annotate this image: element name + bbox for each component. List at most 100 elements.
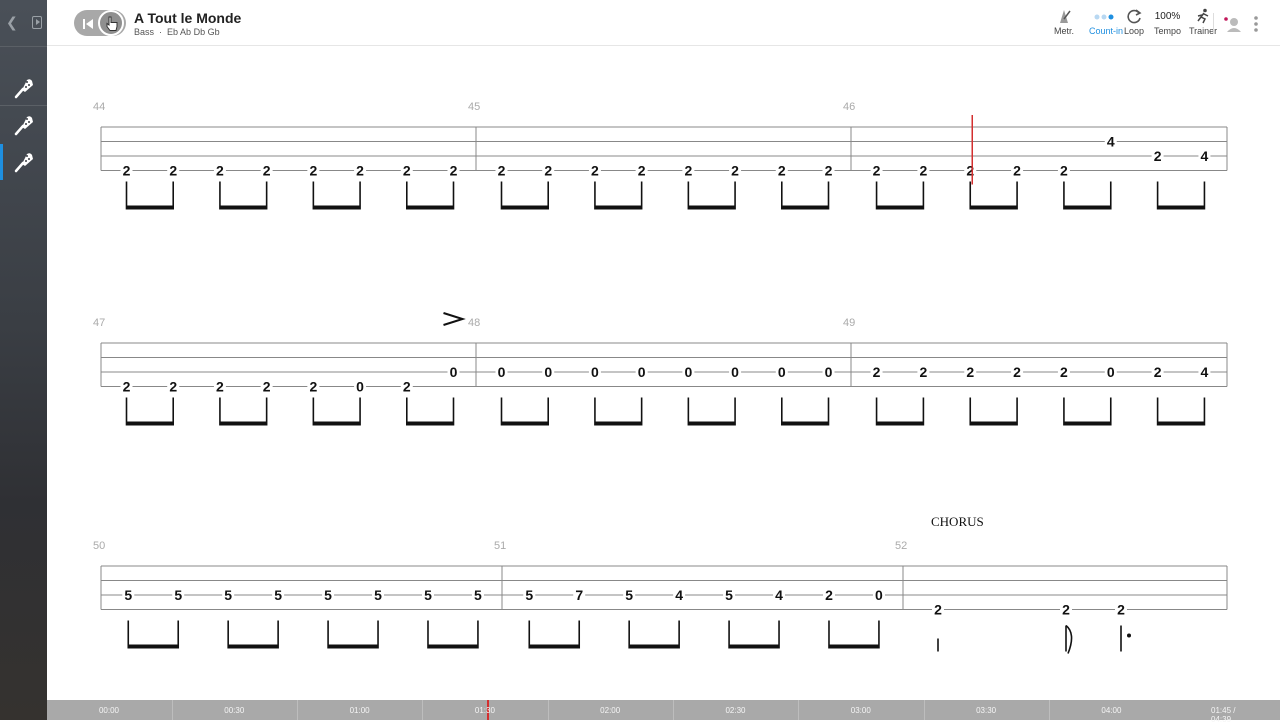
fret-number[interactable]: 2 — [1154, 364, 1162, 380]
fret-number[interactable]: 2 — [169, 379, 177, 395]
fret-number[interactable]: 2 — [1060, 163, 1068, 179]
fret-number[interactable]: 2 — [1062, 602, 1070, 618]
fret-number[interactable]: 2 — [309, 163, 317, 179]
fret-number[interactable]: 5 — [124, 587, 132, 603]
fret-number[interactable]: 0 — [1107, 364, 1115, 380]
fret-number[interactable]: 0 — [825, 364, 833, 380]
sidebar-track-2[interactable] — [0, 107, 47, 143]
next-panel-icon[interactable] — [32, 15, 42, 29]
fret-number[interactable]: 2 — [825, 587, 833, 603]
fret-number[interactable]: 2 — [1117, 602, 1125, 618]
fret-number[interactable]: 2 — [778, 163, 786, 179]
beam — [1157, 421, 1205, 426]
fret-number[interactable]: 2 — [169, 163, 177, 179]
play-button[interactable] — [98, 10, 124, 36]
fret-number[interactable]: 2 — [216, 163, 224, 179]
bass-headstock-icon — [14, 153, 33, 173]
fret-number[interactable]: 2 — [123, 379, 131, 395]
fret-number[interactable]: 4 — [1201, 148, 1209, 164]
fret-number[interactable]: 2 — [1060, 364, 1068, 380]
fret-number[interactable]: 2 — [966, 364, 974, 380]
fret-number[interactable]: 0 — [498, 364, 506, 380]
fret-number[interactable]: 2 — [498, 163, 506, 179]
tablature-score[interactable]: 442 2 2 2 2 2 2 2452 2 2 2 2 2 2 2462 2 2 2 242 4472 2 2 2 2 0 20… — [47, 47, 1280, 700]
count-in-button[interactable]: Count-in — [1089, 8, 1123, 36]
fret-number[interactable]: 2 — [966, 163, 974, 179]
beam — [1063, 421, 1111, 426]
fret-number[interactable]: 4 — [1201, 364, 1209, 380]
fret-number[interactable]: 2 — [591, 163, 599, 179]
transport-controls — [74, 10, 126, 36]
fret-number[interactable]: 0 — [356, 379, 364, 395]
fret-number[interactable]: 0 — [684, 364, 692, 380]
fret-number[interactable]: 0 — [544, 364, 552, 380]
fret-number[interactable]: 4 — [675, 587, 683, 603]
beam — [328, 644, 379, 649]
fret-number[interactable]: 5 — [274, 587, 282, 603]
fret-number[interactable]: 2 — [873, 163, 881, 179]
loop-button[interactable]: Loop — [1124, 8, 1144, 36]
fret-number[interactable]: 5 — [525, 587, 533, 603]
fret-number[interactable]: 2 — [934, 602, 942, 618]
metronome-button[interactable]: Metr. — [1054, 8, 1074, 36]
fret-number[interactable]: 5 — [474, 587, 482, 603]
fret-number[interactable]: 2 — [920, 364, 928, 380]
fret-number[interactable]: 2 — [920, 163, 928, 179]
fret-number[interactable]: 2 — [356, 163, 364, 179]
playback-timeline[interactable]: 01:45 / 04:39 00:00 00:30 01:00 01:30 02:00 0… — [47, 700, 1280, 724]
fret-number[interactable]: 2 — [1013, 364, 1021, 380]
fret-number[interactable]: 2 — [873, 364, 881, 380]
instrument-name: Bass — [134, 27, 155, 37]
fret-number[interactable]: 2 — [1154, 148, 1162, 164]
fret-number[interactable]: 2 — [544, 163, 552, 179]
user-avatar[interactable] — [1223, 14, 1243, 34]
fret-number[interactable]: 0 — [638, 364, 646, 380]
beam — [970, 205, 1018, 210]
fret-number[interactable]: 0 — [875, 587, 883, 603]
fret-number[interactable]: 4 — [1107, 134, 1115, 150]
fret-number[interactable]: 0 — [450, 364, 458, 380]
fret-number[interactable]: 5 — [174, 587, 182, 603]
fret-number[interactable]: 2 — [123, 163, 131, 179]
beam — [594, 421, 642, 426]
fret-number[interactable]: 5 — [324, 587, 332, 603]
fret-number[interactable]: 5 — [625, 587, 633, 603]
fret-number[interactable]: 5 — [725, 587, 733, 603]
fret-number[interactable]: 5 — [374, 587, 382, 603]
fret-number[interactable]: 2 — [403, 379, 411, 395]
back-chevron-icon[interactable]: ❮ — [6, 14, 18, 31]
sidebar-divider — [0, 105, 47, 106]
fret-number[interactable]: 4 — [775, 587, 783, 603]
fret-number[interactable]: 2 — [731, 163, 739, 179]
timeline-label: 03:30 — [976, 706, 997, 715]
fret-number[interactable]: 0 — [591, 364, 599, 380]
fret-number[interactable]: 2 — [263, 163, 271, 179]
sidebar-track-3[interactable] — [0, 144, 47, 180]
fret-number[interactable]: 2 — [825, 163, 833, 179]
sidebar-divider — [0, 46, 47, 47]
fret-number[interactable]: 0 — [731, 364, 739, 380]
fret-number[interactable]: 5 — [224, 587, 232, 603]
fret-number[interactable]: 2 — [450, 163, 458, 179]
fret-number[interactable]: 2 — [1013, 163, 1021, 179]
skip-to-start-icon[interactable] — [82, 17, 94, 29]
fret-number[interactable]: 7 — [575, 587, 583, 603]
more-menu-icon[interactable] — [1253, 15, 1259, 33]
timeline-tick — [547, 700, 549, 720]
fret-number[interactable]: 2 — [638, 163, 646, 179]
fret-number[interactable]: 2 — [216, 379, 224, 395]
measure-number: 48 — [468, 317, 480, 329]
sidebar-track-1[interactable] — [0, 70, 47, 106]
fret-number[interactable]: 0 — [778, 364, 786, 380]
fret-number[interactable]: 2 — [263, 379, 271, 395]
fret-number[interactable]: 2 — [403, 163, 411, 179]
tempo-button[interactable]: 100% Tempo — [1154, 8, 1181, 36]
fret-number[interactable]: 2 — [684, 163, 692, 179]
fret-number[interactable]: 5 — [424, 587, 432, 603]
note-flag — [1065, 624, 1073, 654]
beam — [126, 205, 174, 210]
tempo-label: Tempo — [1154, 26, 1182, 36]
fret-number[interactable]: 2 — [309, 379, 317, 395]
accent-mark — [443, 312, 466, 326]
beam — [781, 205, 829, 210]
